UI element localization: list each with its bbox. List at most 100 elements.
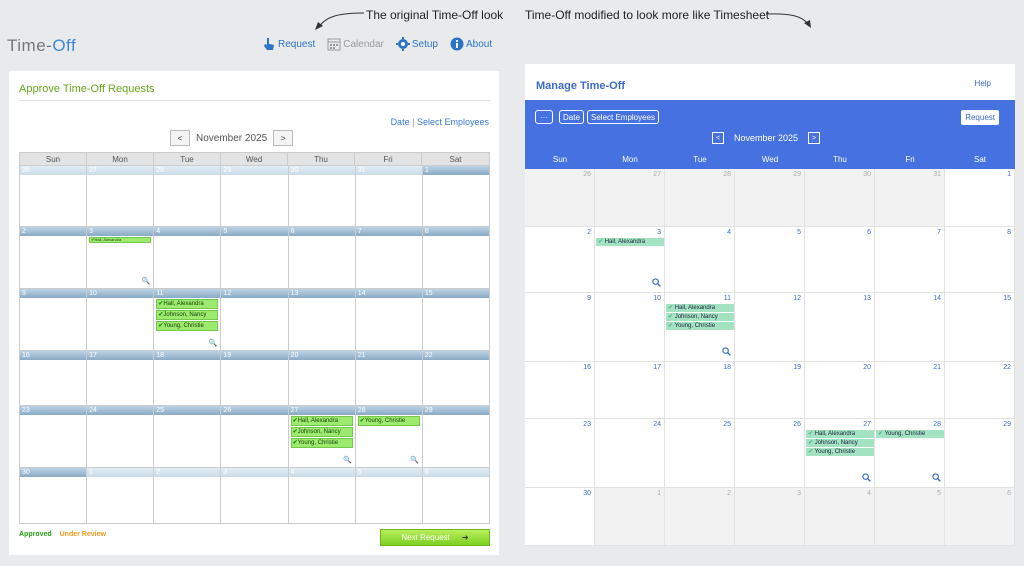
day-cell[interactable]: 25	[154, 406, 222, 468]
magnifier-icon[interactable]: 🔍	[142, 277, 151, 285]
day-cell[interactable]: 6	[288, 227, 356, 289]
day-cell-right[interactable]: 22	[945, 362, 1015, 419]
day-cell[interactable]: 28	[154, 166, 222, 227]
day-cell-right[interactable]: 24	[595, 419, 665, 488]
day-cell-right[interactable]: 23	[525, 419, 595, 488]
day-cell-right[interactable]: 6	[945, 488, 1015, 546]
magnifier-icon[interactable]: 🔍	[410, 456, 419, 464]
date-button[interactable]: Date	[559, 110, 584, 124]
day-cell[interactable]: 22	[422, 351, 490, 406]
day-cell[interactable]: 26	[221, 406, 289, 468]
next-month-button-right[interactable]: >	[808, 132, 821, 144]
day-cell[interactable]: 14	[355, 289, 423, 351]
day-cell[interactable]: 28 ✔Young, Christie 🔍	[355, 406, 423, 468]
day-cell[interactable]: 2	[154, 468, 222, 524]
timeoff-entry[interactable]: ✔Hall, Alexandra	[156, 299, 219, 309]
day-cell[interactable]: 16	[20, 351, 88, 406]
timeoff-entry[interactable]: ✔Young, Christie	[156, 321, 219, 331]
day-cell[interactable]: 30	[20, 468, 88, 524]
day-cell[interactable]: 4	[288, 468, 356, 524]
next-request-button[interactable]: Next Request ➔	[380, 529, 490, 546]
magnifier-icon[interactable]: 🔍	[343, 456, 352, 464]
day-cell-right[interactable]: 19	[735, 362, 805, 419]
day-cell[interactable]: 1	[87, 468, 155, 524]
day-cell-right[interactable]: 2	[525, 227, 595, 293]
day-cell-right[interactable]: 11 ✔ Hall, Alexandra ✔ Johnson, Nancy ✔ You…	[665, 293, 735, 362]
day-cell[interactable]: 1	[422, 166, 490, 227]
select-employees-button[interactable]: Select Employees	[587, 110, 660, 124]
day-cell-right[interactable]: 30	[525, 488, 595, 546]
day-cell-right[interactable]: 9	[525, 293, 595, 362]
day-cell-right[interactable]: 6	[805, 227, 875, 293]
day-cell[interactable]: 17	[87, 351, 155, 406]
day-cell[interactable]: 27	[87, 166, 155, 227]
day-cell[interactable]: 24	[87, 406, 155, 468]
day-cell[interactable]: 2	[20, 227, 88, 289]
timeoff-entry-right[interactable]: ✔ Hall, Alexandra	[806, 430, 874, 438]
day-cell[interactable]: 23	[20, 406, 88, 468]
day-cell-right[interactable]: 26	[735, 419, 805, 488]
nav-request[interactable]: Request	[262, 37, 315, 51]
day-cell[interactable]: 9	[20, 289, 88, 351]
select-employees-link[interactable]: Select Employees	[417, 117, 489, 127]
day-cell[interactable]: 31	[355, 166, 423, 227]
day-cell-right[interactable]: 29	[735, 169, 805, 227]
day-cell-right[interactable]: 10	[595, 293, 665, 362]
day-cell-right[interactable]: 5	[735, 227, 805, 293]
day-cell[interactable]: 8	[422, 227, 490, 289]
timeoff-entry[interactable]: ✔Hall, Alexandra	[89, 237, 152, 243]
magnifier-icon[interactable]: 🔍	[209, 339, 218, 347]
next-month-button[interactable]: >	[273, 130, 294, 146]
day-cell[interactable]: 11 ✔Hall, Alexandra ✔Johnson, Nancy ✔Young,…	[154, 289, 222, 351]
day-cell-right[interactable]: 20	[805, 362, 875, 419]
day-cell[interactable]: 26	[20, 166, 88, 227]
day-cell[interactable]: 29	[221, 166, 289, 227]
day-cell[interactable]: 3 ✔Hall, Alexandra 🔍	[87, 227, 155, 289]
timeoff-entry[interactable]: ✔Young, Christie	[290, 438, 353, 448]
magnifier-icon[interactable]	[722, 347, 731, 358]
timeoff-entry[interactable]: ✔Hall, Alexandra	[290, 416, 353, 426]
day-cell-right[interactable]: 28 ✔ Young, Christie	[875, 419, 945, 488]
day-cell[interactable]: 18	[154, 351, 222, 406]
timeoff-entry-right[interactable]: ✔ Hall, Alexandra	[596, 238, 664, 246]
day-cell[interactable]: 15	[422, 289, 490, 351]
day-cell-right[interactable]: 29	[945, 419, 1015, 488]
day-cell-right[interactable]: 13	[805, 293, 875, 362]
day-cell[interactable]: 6	[422, 468, 490, 524]
day-cell[interactable]: 27 ✔Hall, Alexandra ✔Johnson, Nancy ✔Young,…	[288, 406, 356, 468]
day-cell[interactable]: 30	[288, 166, 356, 227]
timeoff-entry-right[interactable]: ✔ Johnson, Nancy	[666, 313, 734, 321]
timeoff-entry-right[interactable]: ✔ Johnson, Nancy	[806, 439, 874, 447]
request-button[interactable]: Request	[961, 110, 999, 125]
timeoff-entry[interactable]: ✔Johnson, Nancy	[156, 310, 219, 320]
magnifier-icon[interactable]	[862, 473, 871, 484]
magnifier-icon[interactable]	[652, 278, 661, 289]
day-cell-right[interactable]: 27	[595, 169, 665, 227]
day-cell-right[interactable]: 1	[595, 488, 665, 546]
day-cell-right[interactable]: 3 ✔ Hall, Alexandra	[595, 227, 665, 293]
day-cell-right[interactable]: 16	[525, 362, 595, 419]
day-cell-right[interactable]: 27 ✔ Hall, Alexandra ✔ Johnson, Nancy ✔ You…	[805, 419, 875, 488]
nav-calendar[interactable]: Calendar	[327, 37, 384, 51]
day-cell-right[interactable]: 8	[945, 227, 1015, 293]
timeoff-entry-right[interactable]: ✔ Young, Christie	[666, 322, 734, 330]
day-cell-right[interactable]: 14	[875, 293, 945, 362]
date-link[interactable]: Date	[391, 117, 410, 127]
day-cell[interactable]: 21	[355, 351, 423, 406]
day-cell[interactable]: 10	[87, 289, 155, 351]
day-cell-right[interactable]: 26	[525, 169, 595, 227]
day-cell[interactable]: 5	[221, 227, 289, 289]
day-cell-right[interactable]: 5	[875, 488, 945, 546]
day-cell-right[interactable]: 28	[665, 169, 735, 227]
timeoff-entry[interactable]: ✔Johnson, Nancy	[290, 427, 353, 437]
day-cell[interactable]: 19	[221, 351, 289, 406]
help-link[interactable]: Help	[975, 79, 991, 88]
timeoff-entry[interactable]: ✔Young, Christie	[357, 416, 420, 426]
day-cell-right[interactable]: 4	[805, 488, 875, 546]
menu-button[interactable]: ···	[535, 110, 553, 124]
day-cell-right[interactable]: 21	[875, 362, 945, 419]
day-cell[interactable]: 7	[355, 227, 423, 289]
day-cell[interactable]: 29	[422, 406, 490, 468]
nav-setup[interactable]: Setup	[395, 37, 438, 51]
day-cell-right[interactable]: 17	[595, 362, 665, 419]
